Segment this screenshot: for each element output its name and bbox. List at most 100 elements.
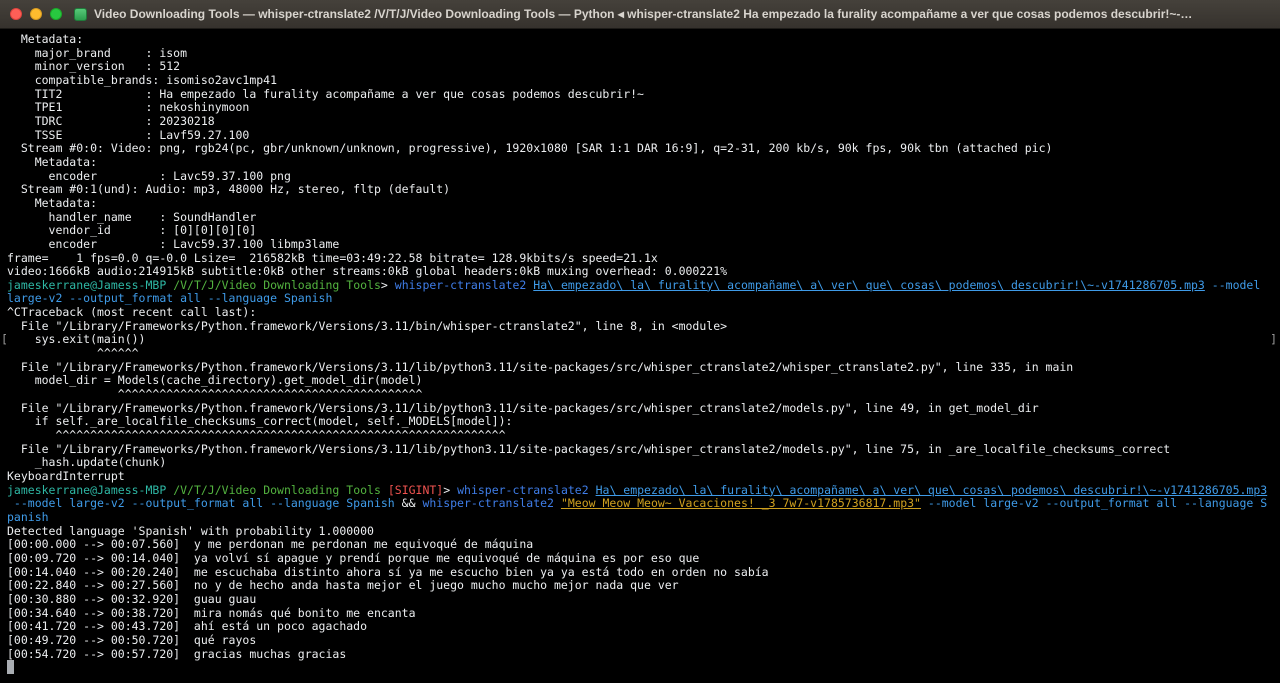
- terminal-text-segment: [00:54.720 --> 00:57.720] gracias muchas…: [7, 647, 346, 661]
- terminal-text-segment: panish: [7, 510, 49, 524]
- terminal-text-segment: encoder : Lavc59.37.100 libmp3lame: [7, 237, 339, 251]
- terminal-line: model_dir = Models(cache_directory).get_…: [7, 374, 1280, 388]
- terminal-text-segment: sys.exit(main()): [7, 332, 145, 346]
- terminal-app-icon: [74, 8, 87, 21]
- terminal-text-segment: [00:34.640 --> 00:38.720] mira nomás qué…: [7, 606, 416, 620]
- terminal-text-segment: &&: [402, 496, 423, 510]
- terminal-text-segment: >: [443, 483, 457, 497]
- terminal-line: Detected language 'Spanish' with probabi…: [7, 525, 1280, 539]
- terminal-text-segment: TIT2 : Ha empezado la furality acompañam…: [7, 87, 644, 101]
- terminal-text-segment: File "/Library/Frameworks/Python.framewo…: [7, 319, 727, 333]
- terminal-line: large-v2 --output_format all --language …: [7, 292, 1280, 306]
- terminal-line: jameskerrane@Jamess-MBP /V/T/J/Video Dow…: [7, 279, 1280, 293]
- terminal-text-segment: File "/Library/Frameworks/Python.framewo…: [7, 360, 1073, 374]
- terminal-text-segment: --model large-v2 --output_format all --l…: [7, 496, 402, 510]
- terminal-text-segment: [921, 496, 928, 510]
- terminal-line: File "/Library/Frameworks/Python.framewo…: [7, 443, 1280, 457]
- terminal-line: TDRC : 20230218: [7, 115, 1280, 129]
- terminal-text-segment: jameskerrane@Jamess-MBP: [7, 483, 166, 497]
- terminal-text-segment: [00:14.040 --> 00:20.240] me escuchaba d…: [7, 565, 769, 579]
- terminal-line: compatible_brands: isomiso2avc1mp41: [7, 74, 1280, 88]
- terminal-line: frame= 1 fps=0.0 q=-0.0 Lsize= 216582kB …: [7, 252, 1280, 266]
- terminal-text-segment: handler_name : SoundHandler: [7, 210, 256, 224]
- terminal-line: Metadata:: [7, 156, 1280, 170]
- window-title: Video Downloading Tools — whisper-ctrans…: [94, 7, 1192, 21]
- terminal-text-segment: [1205, 278, 1212, 292]
- terminal-text-segment: KeyboardInterrupt: [7, 469, 125, 483]
- terminal-text-segment: compatible_brands: isomiso2avc1mp41: [7, 73, 277, 87]
- terminal-text-segment: encoder : Lavc59.37.100 png: [7, 169, 291, 183]
- terminal-line: encoder : Lavc59.37.100 libmp3lame: [7, 238, 1280, 252]
- terminal-text-segment: File "/Library/Frameworks/Python.framewo…: [7, 442, 1170, 456]
- terminal-text-segment: _hash.update(chunk): [7, 455, 166, 469]
- close-button[interactable]: [10, 8, 22, 20]
- terminal-text-segment: --model: [1212, 278, 1260, 292]
- terminal-text-segment: [00:22.840 --> 00:27.560] no y de hecho …: [7, 578, 679, 592]
- terminal-text-segment: video:1666kB audio:214915kB subtitle:0kB…: [7, 264, 727, 278]
- terminal-screen[interactable]: Metadata: major_brand : isom minor_versi…: [0, 29, 1280, 683]
- terminal-text-segment: [00:09.720 --> 00:14.040] ya volví sí ap…: [7, 551, 699, 565]
- terminal-text-segment: large-v2 --output_format all --language …: [7, 291, 332, 305]
- terminal-text-segment: TPE1 : nekoshinymoon: [7, 100, 249, 114]
- terminal-text-segment: >: [381, 278, 395, 292]
- terminal-text-segment: ^^^^^^: [7, 346, 139, 360]
- terminal-text-segment: frame= 1 fps=0.0 q=-0.0 Lsize= 216582kB …: [7, 251, 658, 265]
- terminal-text-segment: Metadata:: [7, 196, 97, 210]
- terminal-line: panish: [7, 511, 1280, 525]
- terminal-text-segment: ^^^^^^^^^^^^^^^^^^^^^^^^^^^^^^^^^^^^^^^^…: [7, 428, 506, 442]
- terminal-line: vendor_id : [0][0][0][0]: [7, 224, 1280, 238]
- terminal-line: ^^^^^^: [7, 347, 1280, 361]
- terminal-text-segment: [00:41.720 --> 00:43.720] ahí está un po…: [7, 619, 367, 633]
- terminal-line: [00:34.640 --> 00:38.720] mira nomás qué…: [7, 607, 1280, 621]
- terminal-text-segment: major_brand : isom: [7, 46, 187, 60]
- terminal-text-segment: Metadata:: [7, 32, 83, 46]
- zoom-button[interactable]: [50, 8, 62, 20]
- terminal-text-segment: TDRC : 20230218: [7, 114, 215, 128]
- titlebar[interactable]: Video Downloading Tools — whisper-ctrans…: [0, 0, 1280, 29]
- terminal-text-segment: /V/T/J/Video Downloading Tools: [173, 278, 381, 292]
- terminal-cursor: [7, 660, 14, 674]
- terminal-text-segment: Ha\ empezado\ la\ furality\ acompañame\ …: [596, 483, 1268, 497]
- terminal-line: [00:54.720 --> 00:57.720] gracias muchas…: [7, 648, 1280, 662]
- terminal-line: major_brand : isom: [7, 47, 1280, 61]
- traffic-lights: [10, 8, 62, 20]
- terminal-line: [00:22.840 --> 00:27.560] no y de hecho …: [7, 579, 1280, 593]
- terminal-text-segment: [00:49.720 --> 00:50.720] qué rayos: [7, 633, 256, 647]
- terminal-text-segment: [00:00.000 --> 00:07.560] y me perdonan …: [7, 537, 533, 551]
- terminal-line: _hash.update(chunk): [7, 456, 1280, 470]
- terminal-line: encoder : Lavc59.37.100 png: [7, 170, 1280, 184]
- terminal-output: Metadata: major_brand : isom minor_versi…: [7, 33, 1280, 675]
- terminal-line: [7, 661, 1280, 675]
- terminal-line: jameskerrane@Jamess-MBP /V/T/J/Video Dow…: [7, 484, 1280, 498]
- terminal-line: ^CTraceback (most recent call last):: [7, 306, 1280, 320]
- terminal-text-segment: Metadata:: [7, 155, 97, 169]
- terminal-line: File "/Library/Frameworks/Python.framewo…: [7, 361, 1280, 375]
- terminal-text-segment: [00:30.880 --> 00:32.920] guau guau: [7, 592, 256, 606]
- terminal-text-segment: whisper-ctranslate2: [457, 483, 589, 497]
- terminal-text-segment: vendor_id : [0][0][0][0]: [7, 223, 256, 237]
- terminal-text-segment: [381, 483, 388, 497]
- terminal-line: [00:41.720 --> 00:43.720] ahí está un po…: [7, 620, 1280, 634]
- terminal-text-segment: [554, 496, 561, 510]
- terminal-line: [00:30.880 --> 00:32.920] guau guau: [7, 593, 1280, 607]
- minimize-button[interactable]: [30, 8, 42, 20]
- terminal-text-segment: ^^^^^^^^^^^^^^^^^^^^^^^^^^^^^^^^^^^^^^^^…: [7, 387, 422, 401]
- terminal-line: ^^^^^^^^^^^^^^^^^^^^^^^^^^^^^^^^^^^^^^^^…: [7, 429, 1280, 443]
- terminal-line: TSSE : Lavf59.27.100: [7, 129, 1280, 143]
- terminal-line: KeyboardInterrupt: [7, 470, 1280, 484]
- terminal-text-segment: ^CTraceback (most recent call last):: [7, 305, 256, 319]
- terminal-text-segment: File "/Library/Frameworks/Python.framewo…: [7, 401, 1039, 415]
- terminal-text-segment: whisper-ctranslate2: [395, 278, 527, 292]
- terminal-text-segment: /V/T/J/Video Downloading Tools: [173, 483, 381, 497]
- terminal-line: Stream #0:1(und): Audio: mp3, 48000 Hz, …: [7, 183, 1280, 197]
- terminal-text-segment: jameskerrane@Jamess-MBP: [7, 278, 166, 292]
- terminal-line: File "/Library/Frameworks/Python.framewo…: [7, 320, 1280, 334]
- terminal-text-segment: --model large-v2 --output_format all --l…: [928, 496, 1267, 510]
- terminal-line: TIT2 : Ha empezado la furality acompañam…: [7, 88, 1280, 102]
- terminal-line: TPE1 : nekoshinymoon: [7, 101, 1280, 115]
- terminal-text-segment: Stream #0:0: Video: png, rgb24(pc, gbr/u…: [7, 141, 1052, 155]
- terminal-line: handler_name : SoundHandler: [7, 211, 1280, 225]
- terminal-line: sys.exit(main()): [7, 333, 1280, 347]
- terminal-line: Metadata:: [7, 197, 1280, 211]
- terminal-text-segment: if self._are_localfile_checksums_correct…: [7, 414, 512, 428]
